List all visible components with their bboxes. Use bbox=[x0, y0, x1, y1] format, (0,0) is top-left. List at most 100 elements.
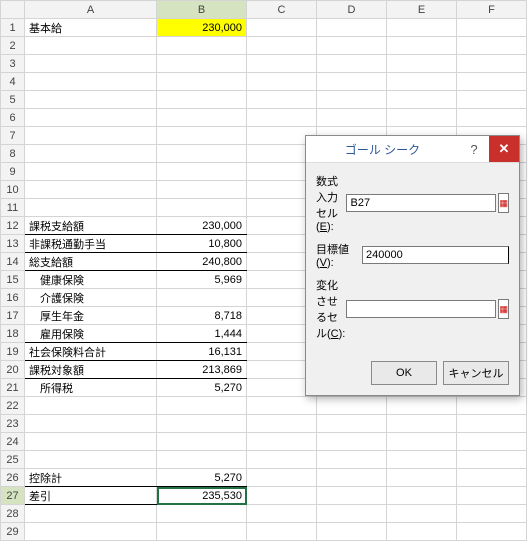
cell-A2[interactable] bbox=[25, 37, 157, 55]
cell-C3[interactable] bbox=[247, 55, 317, 73]
cell-B21[interactable]: 5,270 bbox=[157, 379, 247, 397]
cell-B29[interactable] bbox=[157, 523, 247, 541]
cell-A21[interactable]: 所得税 bbox=[25, 379, 157, 397]
row-header[interactable]: 8 bbox=[1, 145, 25, 163]
cell-E6[interactable] bbox=[387, 109, 457, 127]
cell-A14[interactable]: 総支給額 bbox=[25, 253, 157, 271]
cell-A11[interactable] bbox=[25, 199, 157, 217]
cell-E2[interactable] bbox=[387, 37, 457, 55]
cell-F5[interactable] bbox=[457, 91, 527, 109]
cell-C23[interactable] bbox=[247, 415, 317, 433]
cell-D2[interactable] bbox=[317, 37, 387, 55]
cell-A26[interactable]: 控除計 bbox=[25, 469, 157, 487]
row-header[interactable]: 12 bbox=[1, 217, 25, 235]
cell-A28[interactable] bbox=[25, 505, 157, 523]
cell-B8[interactable] bbox=[157, 145, 247, 163]
row-header[interactable]: 25 bbox=[1, 451, 25, 469]
row-header[interactable]: 7 bbox=[1, 127, 25, 145]
cell-E22[interactable] bbox=[387, 397, 457, 415]
column-header-E[interactable]: E bbox=[387, 1, 457, 19]
row-header[interactable]: 20 bbox=[1, 361, 25, 379]
cell-A19[interactable]: 社会保険料合計 bbox=[25, 343, 157, 361]
row-header[interactable]: 16 bbox=[1, 289, 25, 307]
cell-F24[interactable] bbox=[457, 433, 527, 451]
cell-B23[interactable] bbox=[157, 415, 247, 433]
cell-E3[interactable] bbox=[387, 55, 457, 73]
cell-C2[interactable] bbox=[247, 37, 317, 55]
cell-E26[interactable] bbox=[387, 469, 457, 487]
cell-A5[interactable] bbox=[25, 91, 157, 109]
row-header[interactable]: 15 bbox=[1, 271, 25, 289]
cell-B17[interactable]: 8,718 bbox=[157, 307, 247, 325]
row-header[interactable]: 1 bbox=[1, 19, 25, 37]
cell-A7[interactable] bbox=[25, 127, 157, 145]
cell-F27[interactable] bbox=[457, 487, 527, 505]
row-header[interactable]: 18 bbox=[1, 325, 25, 343]
row-header[interactable]: 22 bbox=[1, 397, 25, 415]
cell-A16[interactable]: 介護保険 bbox=[25, 289, 157, 307]
cell-B24[interactable] bbox=[157, 433, 247, 451]
cell-C29[interactable] bbox=[247, 523, 317, 541]
cell-D25[interactable] bbox=[317, 451, 387, 469]
cell-A23[interactable] bbox=[25, 415, 157, 433]
cell-E5[interactable] bbox=[387, 91, 457, 109]
cell-A13[interactable]: 非課税通勤手当 bbox=[25, 235, 157, 253]
cell-F28[interactable] bbox=[457, 505, 527, 523]
cell-C22[interactable] bbox=[247, 397, 317, 415]
cell-A3[interactable] bbox=[25, 55, 157, 73]
cell-D4[interactable] bbox=[317, 73, 387, 91]
cell-B2[interactable] bbox=[157, 37, 247, 55]
cell-B1[interactable]: 230,000 bbox=[157, 19, 247, 37]
cell-D28[interactable] bbox=[317, 505, 387, 523]
cell-A29[interactable] bbox=[25, 523, 157, 541]
cell-B7[interactable] bbox=[157, 127, 247, 145]
cell-B22[interactable] bbox=[157, 397, 247, 415]
cell-C4[interactable] bbox=[247, 73, 317, 91]
row-header[interactable]: 26 bbox=[1, 469, 25, 487]
cell-B12[interactable]: 230,000 bbox=[157, 217, 247, 235]
cell-E29[interactable] bbox=[387, 523, 457, 541]
row-header[interactable]: 10 bbox=[1, 181, 25, 199]
cell-B4[interactable] bbox=[157, 73, 247, 91]
cell-B3[interactable] bbox=[157, 55, 247, 73]
row-header[interactable]: 28 bbox=[1, 505, 25, 523]
cell-B15[interactable]: 5,969 bbox=[157, 271, 247, 289]
cell-C26[interactable] bbox=[247, 469, 317, 487]
row-header[interactable]: 24 bbox=[1, 433, 25, 451]
cell-E1[interactable] bbox=[387, 19, 457, 37]
row-header[interactable]: 2 bbox=[1, 37, 25, 55]
cell-A6[interactable] bbox=[25, 109, 157, 127]
cell-E4[interactable] bbox=[387, 73, 457, 91]
cell-D26[interactable] bbox=[317, 469, 387, 487]
select-all-corner[interactable] bbox=[1, 1, 25, 19]
row-header[interactable]: 5 bbox=[1, 91, 25, 109]
cell-F3[interactable] bbox=[457, 55, 527, 73]
row-header[interactable]: 19 bbox=[1, 343, 25, 361]
cell-B16[interactable] bbox=[157, 289, 247, 307]
cell-A25[interactable] bbox=[25, 451, 157, 469]
help-icon[interactable]: ? bbox=[459, 136, 489, 162]
cell-D27[interactable] bbox=[317, 487, 387, 505]
row-header[interactable]: 6 bbox=[1, 109, 25, 127]
cell-A8[interactable] bbox=[25, 145, 157, 163]
cell-C28[interactable] bbox=[247, 505, 317, 523]
cell-F29[interactable] bbox=[457, 523, 527, 541]
cell-D6[interactable] bbox=[317, 109, 387, 127]
cell-A15[interactable]: 健康保険 bbox=[25, 271, 157, 289]
cell-C27[interactable] bbox=[247, 487, 317, 505]
cell-F26[interactable] bbox=[457, 469, 527, 487]
cell-F23[interactable] bbox=[457, 415, 527, 433]
cell-A1[interactable]: 基本給 bbox=[25, 19, 157, 37]
by-cell-input[interactable] bbox=[346, 300, 496, 318]
row-header[interactable]: 9 bbox=[1, 163, 25, 181]
cell-A12[interactable]: 課税支給額 bbox=[25, 217, 157, 235]
cell-E28[interactable] bbox=[387, 505, 457, 523]
cell-D22[interactable] bbox=[317, 397, 387, 415]
cell-A22[interactable] bbox=[25, 397, 157, 415]
cell-B13[interactable]: 10,800 bbox=[157, 235, 247, 253]
cell-A27[interactable]: 差引 bbox=[25, 487, 157, 505]
cell-B5[interactable] bbox=[157, 91, 247, 109]
cell-D29[interactable] bbox=[317, 523, 387, 541]
cell-B6[interactable] bbox=[157, 109, 247, 127]
cell-A10[interactable] bbox=[25, 181, 157, 199]
